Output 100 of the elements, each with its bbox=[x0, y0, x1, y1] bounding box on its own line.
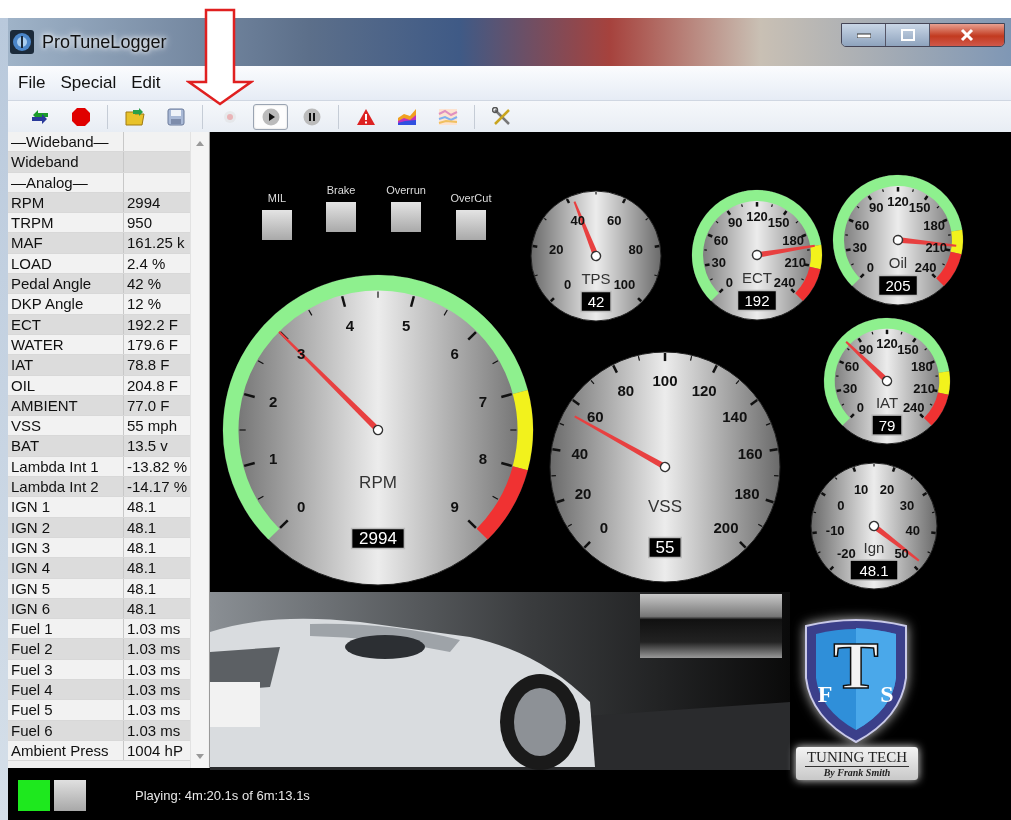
scale-label: 10 bbox=[853, 481, 869, 497]
pause-icon bbox=[302, 107, 321, 126]
scroll-down-icon bbox=[195, 754, 204, 759]
table-cell: IAT bbox=[8, 355, 124, 375]
readout-display: 205 bbox=[877, 274, 919, 297]
scale-label: 120 bbox=[876, 335, 898, 351]
scale-label: -10 bbox=[825, 522, 845, 538]
scale-label: 50 bbox=[894, 546, 909, 562]
table-cell-text: 48.1 bbox=[126, 517, 158, 537]
table-cell-text: 13.5 v bbox=[126, 436, 169, 456]
scale-label: 0 bbox=[837, 497, 845, 513]
area-chart-icon bbox=[396, 107, 417, 126]
table-cell: Wideband bbox=[8, 152, 124, 172]
gauge-label: VSS bbox=[648, 496, 682, 516]
gauge-label: RPM bbox=[359, 473, 397, 493]
minimize-icon bbox=[856, 32, 871, 38]
tools-icon bbox=[491, 106, 512, 127]
scale-label: 240 bbox=[914, 260, 937, 276]
readout-display: 48.1 bbox=[849, 559, 899, 581]
scale-label: 150 bbox=[908, 200, 931, 216]
table-cell-text: 78.8 F bbox=[126, 355, 171, 375]
scale-label: 3 bbox=[297, 344, 306, 362]
scale-label: 60 bbox=[713, 232, 729, 248]
table-cell: OIL bbox=[8, 375, 124, 395]
scale-label: 120 bbox=[887, 193, 909, 209]
table-cell: Fuel 2 bbox=[8, 639, 124, 659]
monogram-letter: T bbox=[833, 627, 879, 703]
table-cell-text: 2994 bbox=[126, 192, 162, 213]
scale-label: 120 bbox=[691, 381, 717, 399]
close-button[interactable] bbox=[930, 24, 1004, 46]
minimize-button[interactable] bbox=[842, 24, 886, 46]
table-cell: IGN 4 bbox=[8, 558, 124, 578]
play-icon bbox=[261, 107, 280, 126]
scale-label: 0 bbox=[599, 519, 609, 537]
scale-label: -20 bbox=[837, 546, 856, 562]
lamp-label: OverCut bbox=[450, 192, 492, 204]
table-cell: IGN 6 bbox=[8, 598, 124, 619]
scale-label: 60 bbox=[844, 359, 860, 375]
table-cell-text: 48.1 bbox=[126, 578, 158, 598]
scale-label: 180 bbox=[782, 232, 804, 248]
table-cell: DKP Angle bbox=[8, 294, 124, 314]
readout-display: 79 bbox=[871, 414, 903, 436]
gauge-label: Oil bbox=[888, 253, 908, 271]
scale-label: 60 bbox=[586, 407, 604, 425]
table-cell: Fuel 3 bbox=[8, 659, 124, 679]
table-cell: IGN 1 bbox=[8, 497, 124, 517]
menu-item[interactable]: Edit bbox=[125, 73, 170, 93]
shield-icon bbox=[805, 619, 907, 743]
scale-label: 210 bbox=[913, 380, 935, 396]
table-cell: LOAD bbox=[8, 253, 124, 274]
scale-label: 140 bbox=[722, 407, 748, 425]
folder-icon bbox=[124, 107, 145, 126]
scroll-up-icon bbox=[195, 141, 204, 146]
scale-label: 0 bbox=[856, 400, 864, 416]
scale-label: 30 bbox=[899, 497, 915, 513]
table-cell-text: 1.03 ms bbox=[126, 659, 182, 679]
group-header: —Analog— bbox=[8, 172, 124, 192]
gauge-label: TPS bbox=[581, 269, 611, 287]
table-cell: WATER bbox=[8, 334, 124, 355]
scale-label: 80 bbox=[617, 381, 635, 399]
scale-label: 6 bbox=[450, 344, 459, 362]
scale-label: 60 bbox=[607, 212, 622, 228]
scale-label: 4 bbox=[345, 316, 355, 334]
table-cell: IGN 5 bbox=[8, 578, 124, 598]
warning-icon bbox=[355, 107, 376, 126]
table-cell-text: 48.1 bbox=[126, 537, 158, 558]
table-cell-text: -13.82 % bbox=[126, 456, 189, 477]
readout-display: 42 bbox=[580, 290, 612, 313]
table-cell: Pedal Angle bbox=[8, 274, 124, 294]
table-cell-text: 55 mph bbox=[126, 416, 179, 436]
line-chart-icon bbox=[437, 107, 458, 126]
table-cell: Fuel 1 bbox=[8, 619, 124, 639]
table-cell: Ambient Press bbox=[8, 740, 124, 761]
table-cell: RPM bbox=[8, 192, 124, 213]
table-cell: TRPM bbox=[8, 213, 124, 233]
table-cell: Lambda Int 1 bbox=[8, 456, 124, 477]
app-icon bbox=[10, 30, 34, 54]
scale-label: 80 bbox=[628, 242, 644, 258]
table-cell: Lambda Int 2 bbox=[8, 477, 124, 497]
scale-label: 30 bbox=[842, 380, 858, 396]
maximize-button[interactable] bbox=[886, 24, 930, 46]
readout-display: 55 bbox=[648, 536, 682, 559]
table-cell-text: 1.03 ms bbox=[126, 700, 182, 720]
toolbar-button[interactable] bbox=[253, 103, 288, 130]
lamp-label: MIL bbox=[267, 192, 287, 204]
monogram-letter: S bbox=[880, 681, 894, 707]
scale-label: 90 bbox=[728, 215, 743, 231]
scrollbar[interactable] bbox=[190, 132, 208, 768]
table-cell: AMBIENT bbox=[8, 395, 124, 416]
scale-label: 0 bbox=[297, 498, 306, 516]
scale-label: 100 bbox=[652, 372, 678, 390]
scale-label: 8 bbox=[478, 449, 487, 467]
scale-label: 20 bbox=[574, 485, 592, 503]
scale-label: 1 bbox=[269, 449, 278, 467]
menu-item[interactable]: File bbox=[12, 73, 55, 93]
table-cell-text: 1.03 ms bbox=[126, 680, 182, 700]
scale-label: 200 bbox=[713, 519, 739, 537]
menu-item[interactable]: Special bbox=[54, 73, 126, 93]
gauge-label: IAT bbox=[875, 393, 899, 411]
scale-label: 40 bbox=[571, 445, 589, 462]
